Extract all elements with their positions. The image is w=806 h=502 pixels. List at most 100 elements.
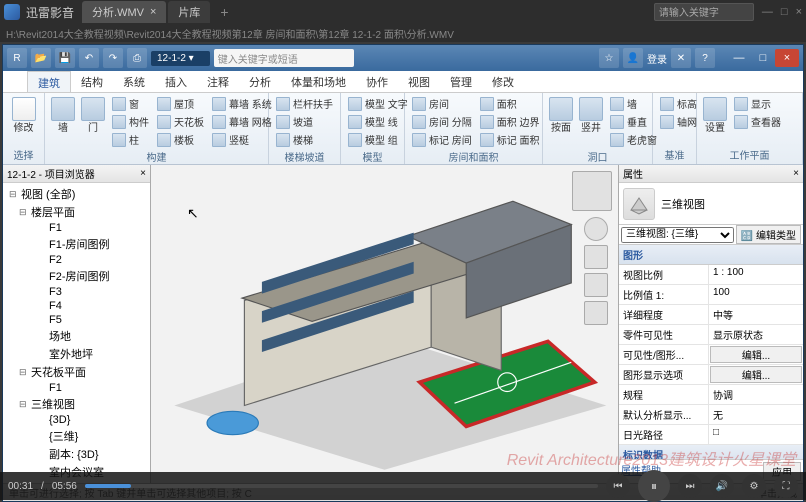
tree-item[interactable]: F1 bbox=[33, 221, 148, 235]
viewport-3d[interactable]: ↖ bbox=[151, 165, 619, 483]
by-face-button[interactable]: 按面 bbox=[547, 95, 575, 136]
next-button[interactable]: ⏭ bbox=[678, 474, 702, 498]
minimize-icon[interactable]: — bbox=[762, 6, 773, 18]
room-sep-button[interactable]: 房间 分隔 bbox=[409, 113, 475, 130]
ribbon-tab-建筑[interactable]: 建筑 bbox=[27, 71, 71, 92]
area-button[interactable]: 面积 bbox=[477, 95, 543, 112]
viewer-button[interactable]: 查看器 bbox=[731, 113, 784, 130]
component-button[interactable]: 构件 bbox=[109, 113, 152, 130]
stair-button[interactable]: 楼梯 bbox=[273, 131, 336, 148]
prev-button[interactable]: ⏮ bbox=[606, 474, 630, 498]
properties-close-icon[interactable]: × bbox=[793, 168, 799, 179]
qat-save-icon[interactable]: 💾 bbox=[55, 48, 75, 68]
volume-icon[interactable]: 🔊 bbox=[710, 474, 734, 498]
tree-item[interactable]: {三维} bbox=[33, 427, 148, 445]
prop-row[interactable]: 默认分析显示...无 bbox=[619, 405, 803, 425]
subscription-icon[interactable]: ☆ bbox=[599, 48, 619, 68]
player-search-input[interactable]: 请输入关键字 bbox=[654, 3, 754, 21]
prop-row[interactable]: 视图比例1 : 100 bbox=[619, 265, 803, 285]
ribbon-tab-视图[interactable]: 视图 bbox=[398, 71, 440, 92]
window-button[interactable]: 窗 bbox=[109, 95, 152, 112]
tree-group[interactable]: ⊟楼层平面 bbox=[5, 203, 148, 221]
wall-button[interactable]: 墙 bbox=[49, 95, 77, 136]
show-workplane-button[interactable]: 显示 bbox=[731, 95, 784, 112]
tree-group[interactable]: ⊟三维视图 bbox=[5, 395, 148, 413]
model-line-button[interactable]: 模型 线 bbox=[345, 113, 411, 130]
settings-icon[interactable]: ⚙ bbox=[742, 474, 766, 498]
tree-root[interactable]: ⊟视图 (全部) bbox=[5, 185, 148, 203]
qat-open-icon[interactable]: 📂 bbox=[31, 48, 51, 68]
column-button[interactable]: 柱 bbox=[109, 131, 152, 148]
qat-redo-icon[interactable]: ↷ bbox=[103, 48, 123, 68]
maximize-icon[interactable]: □ bbox=[781, 6, 788, 18]
tree-item[interactable]: F1-房间图例 bbox=[33, 235, 148, 253]
close-icon[interactable]: × bbox=[796, 6, 802, 18]
floor-button[interactable]: 楼板 bbox=[154, 131, 207, 148]
ribbon-tab-管理[interactable]: 管理 bbox=[440, 71, 482, 92]
ribbon-tab-协作[interactable]: 协作 bbox=[356, 71, 398, 92]
player-tab-library[interactable]: 片库 bbox=[168, 1, 210, 23]
revit-search-input[interactable]: 键入关键字或短语 bbox=[214, 49, 354, 67]
area-boundary-button[interactable]: 面积 边界 bbox=[477, 113, 543, 130]
edit-type-button[interactable]: 🔠 编辑类型 bbox=[736, 225, 801, 244]
exchange-icon[interactable]: ✕ bbox=[671, 48, 691, 68]
tree-item[interactable]: F4 bbox=[33, 299, 148, 313]
tag-area-button[interactable]: 标记 面积 bbox=[477, 131, 543, 148]
progress-bar[interactable] bbox=[85, 484, 598, 488]
prop-row[interactable]: 日光路径□ bbox=[619, 425, 803, 445]
mullion-button[interactable]: 竖梃 bbox=[209, 131, 275, 148]
inner-maximize-icon[interactable]: □ bbox=[751, 49, 775, 67]
tree-item[interactable]: F1 bbox=[33, 381, 148, 395]
nav-zoom-icon[interactable] bbox=[584, 273, 608, 297]
browser-close-icon[interactable]: × bbox=[140, 168, 146, 179]
properties-grid[interactable]: 图形视图比例1 : 100比例值 1:100详细程度中等零件可见性显示原状态可见… bbox=[619, 245, 803, 459]
door-button[interactable]: 门 bbox=[79, 95, 107, 136]
ceiling-button[interactable]: 天花板 bbox=[154, 113, 207, 130]
browser-tree[interactable]: ⊟视图 (全部)⊟楼层平面F1F1-房间图例F2F2-房间图例F3F4F5场地室… bbox=[3, 183, 150, 483]
qat-print-icon[interactable]: ⎙ bbox=[127, 48, 147, 68]
ribbon-tab-系统[interactable]: 系统 bbox=[113, 71, 155, 92]
prop-row[interactable]: 可见性/图形...编辑... bbox=[619, 345, 803, 365]
login-button[interactable]: 👤 bbox=[623, 48, 643, 68]
tab-add-button[interactable]: + bbox=[212, 2, 236, 22]
ribbon-tab-注释[interactable]: 注释 bbox=[197, 71, 239, 92]
login-label[interactable]: 登录 bbox=[647, 51, 667, 66]
curtain-system-button[interactable]: 幕墙 系统 bbox=[209, 95, 275, 112]
prop-row[interactable]: 规程协调 bbox=[619, 385, 803, 405]
nav-orbit-icon[interactable] bbox=[584, 301, 608, 325]
prop-row[interactable]: 比例值 1:100 bbox=[619, 285, 803, 305]
prop-row[interactable]: 图形显示选项编辑... bbox=[619, 365, 803, 385]
prop-row[interactable]: 零件可见性显示原状态 bbox=[619, 325, 803, 345]
ribbon-tab-分析[interactable]: 分析 bbox=[239, 71, 281, 92]
grid-button[interactable]: 轴网 bbox=[657, 113, 700, 130]
inner-close-icon[interactable]: × bbox=[775, 49, 799, 67]
tree-item[interactable]: F2 bbox=[33, 253, 148, 267]
ribbon-tab-结构[interactable]: 结构 bbox=[71, 71, 113, 92]
instance-selector[interactable]: 三维视图: {三维} bbox=[621, 227, 734, 243]
player-tab-video[interactable]: 分析.WMV × bbox=[82, 1, 166, 23]
tree-item[interactable]: 副本: {3D} bbox=[33, 445, 148, 463]
help-icon[interactable]: ? bbox=[695, 48, 715, 68]
prop-row[interactable]: 详细程度中等 bbox=[619, 305, 803, 325]
play-button[interactable]: ⏸ bbox=[638, 470, 670, 502]
tag-room-button[interactable]: 标记 房间 bbox=[409, 131, 475, 148]
tree-item[interactable]: F5 bbox=[33, 313, 148, 327]
modify-button[interactable]: 修改 bbox=[7, 95, 40, 136]
model-group-button[interactable]: 模型 组 bbox=[345, 131, 411, 148]
curtain-grid-button[interactable]: 幕墙 网格 bbox=[209, 113, 275, 130]
tree-item[interactable]: F2-房间图例 bbox=[33, 267, 148, 285]
fullscreen-icon[interactable]: ⛶ bbox=[774, 474, 798, 498]
qat-undo-icon[interactable]: ↶ bbox=[79, 48, 99, 68]
document-selector[interactable]: 12-1-2 ▾ bbox=[151, 51, 210, 66]
ribbon-tab-插入[interactable]: 插入 bbox=[155, 71, 197, 92]
nav-wheel-icon[interactable] bbox=[584, 217, 608, 241]
model-text-button[interactable]: 模型 文字 bbox=[345, 95, 411, 112]
shaft-button[interactable]: 竖井 bbox=[577, 95, 605, 136]
ribbon-tab-修改[interactable]: 修改 bbox=[482, 71, 524, 92]
tree-group[interactable]: ⊟天花板平面 bbox=[5, 363, 148, 381]
tab-close-icon[interactable]: × bbox=[150, 6, 156, 18]
tree-item[interactable]: 室外地坪 bbox=[33, 345, 148, 363]
ribbon-tab-体量和场地[interactable]: 体量和场地 bbox=[281, 71, 356, 92]
nav-pan-icon[interactable] bbox=[584, 245, 608, 269]
tree-item[interactable]: {3D} bbox=[33, 413, 148, 427]
